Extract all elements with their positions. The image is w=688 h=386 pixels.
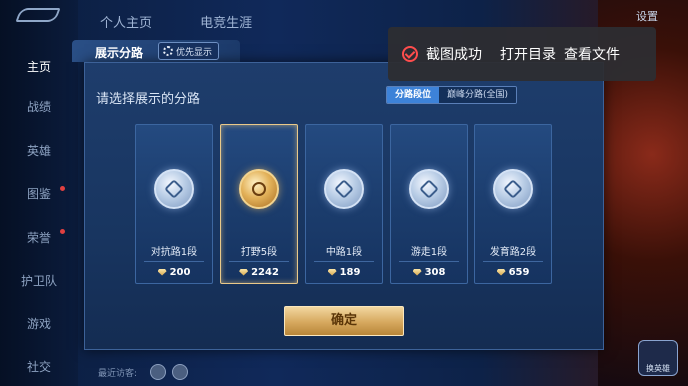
segment-peak-lane[interactable]: 巅峰分路(全国) — [439, 87, 517, 103]
visitor-avatar[interactable] — [172, 364, 188, 380]
score-value: 308 — [424, 267, 446, 278]
lane-card-label: 打野5段 — [240, 247, 278, 258]
nav-item-games[interactable]: 游戏 — [0, 315, 78, 332]
priority-label: 优先显示 — [176, 47, 213, 58]
nav-item-records[interactable]: 战绩 — [0, 98, 78, 115]
lane-card-score: 659 — [475, 267, 551, 278]
tab-esports[interactable]: 电竞生涯 — [200, 12, 252, 31]
lane-card-label: 对抗路1段 — [150, 247, 198, 258]
settings-link[interactable]: 设置 — [636, 8, 658, 24]
change-hero-button[interactable]: 换英雄 — [638, 340, 678, 376]
lane-card-label: 发育路2段 — [489, 247, 537, 258]
nav-item-home[interactable]: 主页 — [0, 58, 78, 75]
nav-item-collection[interactable]: 图鉴 — [0, 185, 78, 202]
lane-card-label: 中路1段 — [325, 247, 363, 258]
fighter-lane-emblem-icon — [154, 169, 194, 209]
jungle-emblem-icon — [239, 169, 279, 209]
view-file-link[interactable]: 查看文件 — [564, 44, 620, 64]
lane-card-label: 游走1段 — [410, 247, 448, 258]
gear-icon — [163, 46, 173, 56]
check-circle-icon — [402, 46, 418, 62]
screenshot-toast: 截图成功 打开目录 查看文件 — [388, 27, 656, 81]
change-hero-label: 换英雄 — [646, 364, 670, 373]
rank-points-icon — [327, 268, 337, 276]
open-folder-link[interactable]: 打开目录 — [500, 44, 556, 64]
score-value: 2242 — [251, 267, 279, 278]
dialog-title: 展示分路 — [95, 46, 144, 60]
toast-message: 截图成功 — [426, 47, 482, 63]
rank-segment-control: 分路段位 巅峰分路(全国) — [386, 86, 518, 104]
score-value: 659 — [508, 267, 530, 278]
segment-lane-rank[interactable]: 分路段位 — [387, 87, 440, 103]
rank-points-icon — [412, 268, 422, 276]
mid-lane-emblem-icon — [324, 169, 364, 209]
back-arrow-icon[interactable] — [15, 8, 61, 22]
select-lane-prompt: 请选择展示的分路 — [96, 92, 201, 107]
lane-card-fighter[interactable]: 对抗路1段 200 — [135, 124, 213, 284]
score-value: 200 — [169, 267, 191, 278]
confirm-button[interactable]: 确定 — [284, 306, 404, 336]
divider — [229, 261, 289, 262]
recent-visitors-label: 最近访客: — [98, 369, 138, 379]
farm-lane-emblem-icon — [493, 169, 533, 209]
divider — [399, 261, 459, 262]
rank-points-icon — [157, 268, 167, 276]
rank-points-icon — [496, 268, 506, 276]
notification-dot — [60, 229, 65, 234]
nav-item-social[interactable]: 社交 — [0, 358, 78, 375]
rank-points-icon — [239, 268, 249, 276]
visitor-avatar[interactable] — [150, 364, 166, 380]
lane-card-mid[interactable]: 中路1段 189 — [305, 124, 383, 284]
roam-emblem-icon — [409, 169, 449, 209]
left-nav: 主页 战绩 英雄 图鉴 荣誉 护卫队 游戏 社交 — [0, 0, 78, 386]
nav-item-honor[interactable]: 荣誉 — [0, 229, 78, 246]
divider — [314, 261, 374, 262]
lane-card-farm[interactable]: 发育路2段 659 — [474, 124, 552, 284]
lane-card-roam[interactable]: 游走1段 308 — [390, 124, 468, 284]
notification-dot — [60, 186, 65, 191]
tab-profile[interactable]: 个人主页 — [100, 12, 152, 31]
nav-item-guard[interactable]: 护卫队 — [0, 272, 78, 289]
divider — [483, 261, 543, 262]
lane-card-score: 200 — [136, 267, 212, 278]
lane-card-score: 189 — [306, 267, 382, 278]
top-tabs: 个人主页 电竞生涯 — [100, 12, 296, 31]
nav-item-heroes[interactable]: 英雄 — [0, 142, 78, 159]
score-value: 189 — [339, 267, 361, 278]
lane-card-score: 2242 — [221, 267, 297, 278]
lane-card-score: 308 — [391, 267, 467, 278]
divider — [144, 261, 204, 262]
lane-card-jungle[interactable]: 打野5段 2242 — [220, 124, 298, 284]
priority-display-button[interactable]: 优先显示 — [158, 42, 220, 60]
